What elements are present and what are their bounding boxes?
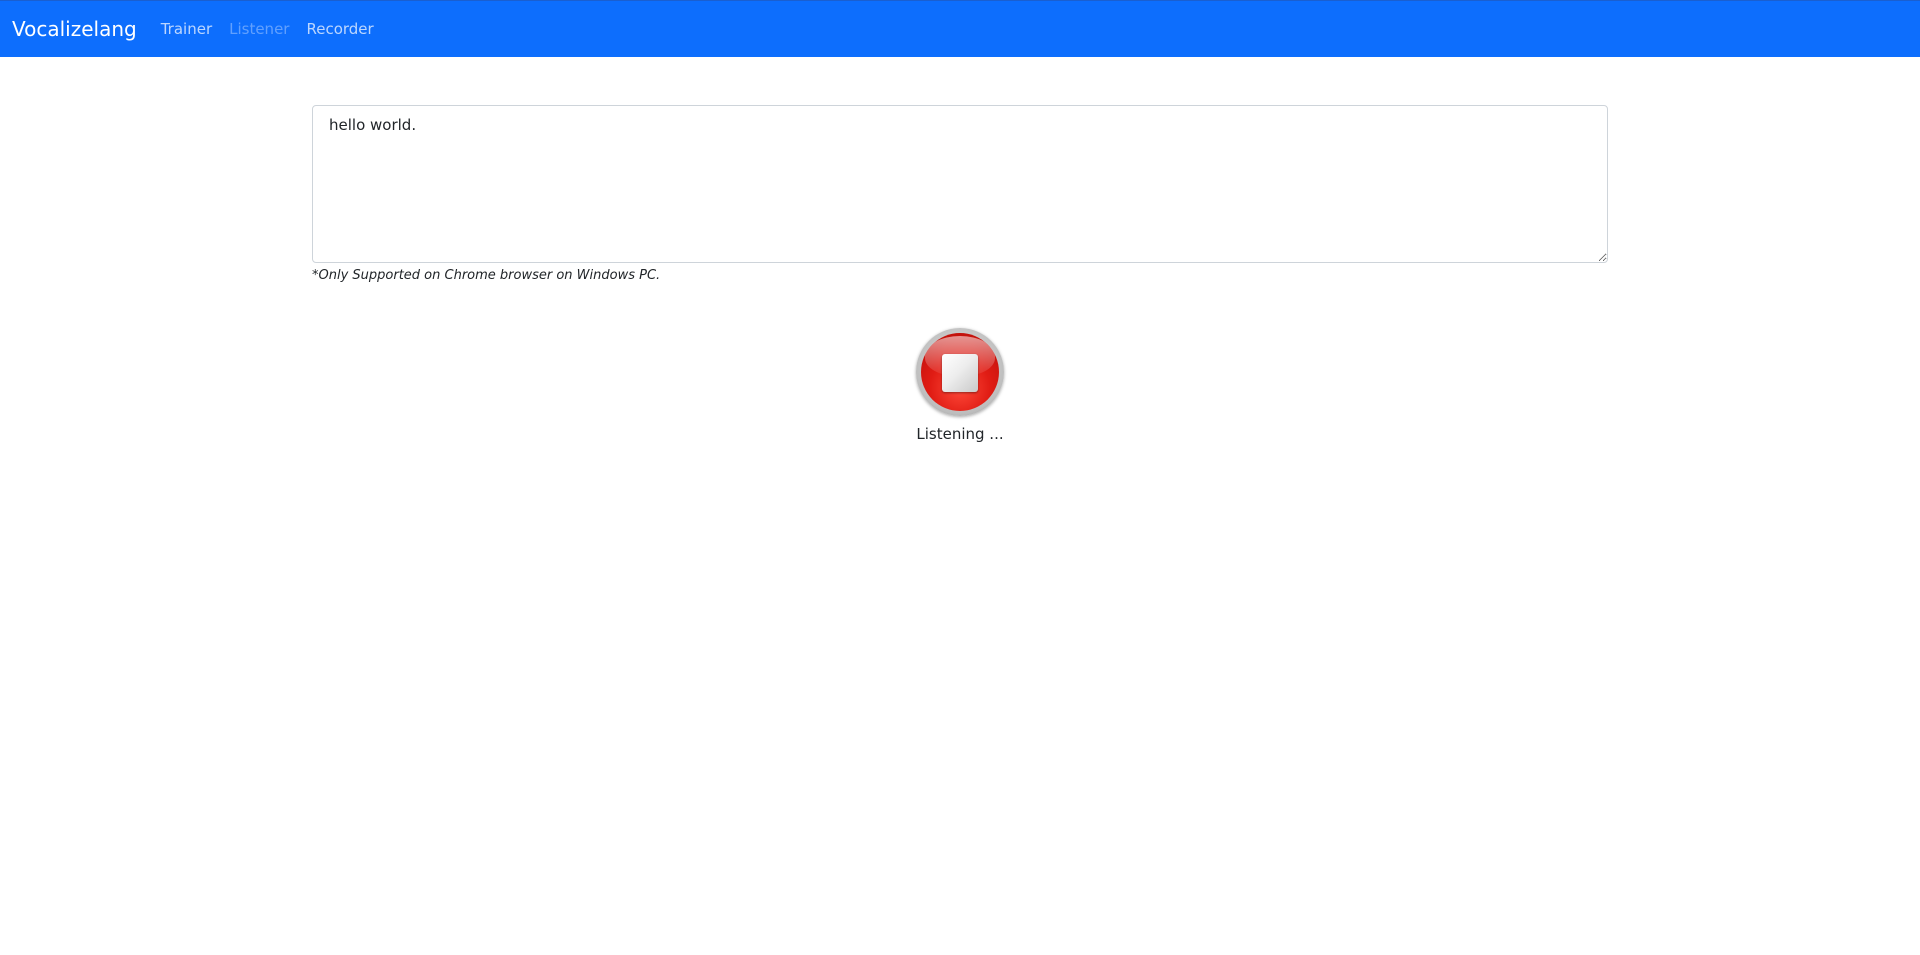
nav-item-recorder[interactable]: Recorder xyxy=(306,20,373,38)
transcript-container: hello world. xyxy=(312,105,1608,263)
stop-icon xyxy=(942,354,978,392)
nav-links: Trainer Listener Recorder xyxy=(161,20,374,38)
listening-status: Listening ... xyxy=(916,425,1004,443)
browser-support-note: *Only Supported on Chrome browser on Win… xyxy=(312,268,661,283)
nav-item-trainer[interactable]: Trainer xyxy=(161,20,212,38)
nav-item-listener[interactable]: Listener xyxy=(229,20,289,38)
record-button-face xyxy=(921,333,999,411)
transcript-textarea[interactable]: hello world. xyxy=(312,105,1608,263)
top-navbar: Vocalizelang Trainer Listener Recorder xyxy=(0,0,1920,57)
brand-link[interactable]: Vocalizelang xyxy=(12,17,137,41)
stop-listening-button[interactable] xyxy=(916,328,1004,416)
